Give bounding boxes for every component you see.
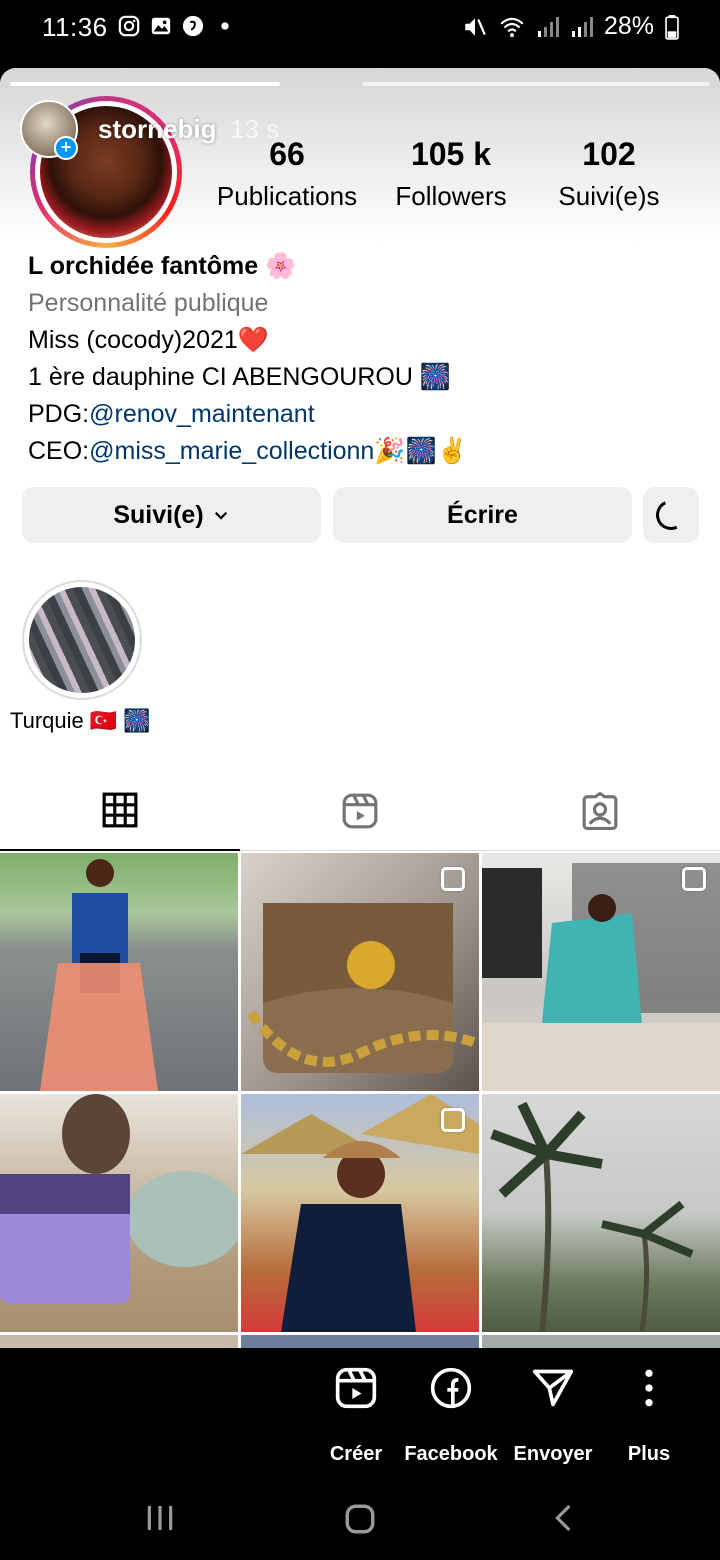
facebook-icon — [430, 1367, 472, 1409]
reels-create-icon — [335, 1367, 377, 1409]
send-icon — [532, 1369, 574, 1407]
message-button[interactable]: Écrire — [333, 487, 632, 543]
profile-stats: 66 Publications 105 k Followers 102 Suiv… — [205, 136, 685, 212]
story-username[interactable]: stornebig — [98, 114, 216, 145]
post-thumbnail[interactable] — [482, 853, 720, 1091]
stat-following[interactable]: 102 Suivi(e)s — [533, 136, 685, 212]
following-button[interactable]: Suivi(e) — [22, 487, 321, 543]
post-thumbnail[interactable] — [241, 1335, 479, 1348]
recent-apps-icon[interactable] — [144, 1502, 176, 1534]
share-more[interactable]: Plus — [618, 1366, 680, 1466]
post-thumbnail[interactable] — [0, 1335, 238, 1348]
post-thumbnail[interactable] — [241, 1094, 479, 1332]
share-sheet: Créer Facebook Envoyer Plus — [0, 1348, 720, 1480]
mute-icon — [465, 17, 486, 36]
bio-line: Miss (cocody)2021❤️ — [28, 326, 269, 354]
system-status: 28% — [462, 12, 680, 41]
bio-line: PDG:@renov_maintenant — [28, 400, 315, 428]
home-icon[interactable] — [343, 1502, 377, 1536]
more-vertical-icon — [645, 1369, 653, 1407]
bio-line: 1 ère dauphine CI ABENGOUROU 🎆 — [28, 363, 451, 391]
back-icon[interactable] — [548, 1502, 580, 1534]
reels-icon — [342, 793, 378, 829]
loading-spinner-icon — [651, 495, 691, 535]
post-thumbnail[interactable] — [0, 1094, 238, 1332]
share-send[interactable]: Envoyer — [512, 1366, 594, 1466]
profile-screen: + stornebig 13 s 66 Publications 105 k F… — [0, 68, 720, 1348]
signal-icon — [537, 16, 559, 37]
system-navigation-bar — [0, 1480, 720, 1560]
profile-category: Personnalité publique — [28, 289, 269, 317]
share-create[interactable]: Créer — [322, 1366, 390, 1466]
share-facebook[interactable]: Facebook — [402, 1366, 500, 1466]
tab-posts[interactable] — [0, 771, 240, 851]
notification-icons — [118, 15, 236, 37]
mention-link[interactable]: @renov_maintenant — [89, 400, 315, 428]
suggested-users-button[interactable] — [643, 487, 699, 543]
highlight-label: Turquie 🇹🇷 🎆 — [10, 708, 151, 733]
status-bar: 11:36 28% — [0, 0, 720, 62]
story-progress-bar — [362, 82, 710, 86]
signal-icon — [571, 16, 593, 37]
story-progress-bar — [10, 82, 280, 86]
stat-followers[interactable]: 105 k Followers — [369, 136, 533, 212]
multi-image-icon — [441, 1108, 465, 1132]
tab-tagged[interactable] — [480, 771, 720, 851]
stat-posts[interactable]: 66 Publications — [205, 136, 369, 212]
multi-image-icon — [682, 867, 706, 891]
profile-tabs — [0, 771, 720, 851]
profile-bio: L orchidée fantôme 🌸 Personnalité publiq… — [28, 248, 468, 470]
instagram-icon — [118, 15, 140, 37]
post-thumbnail[interactable] — [0, 853, 238, 1091]
display-name: L orchidée fantôme 🌸 — [28, 252, 297, 280]
battery-percent: 28% — [603, 12, 654, 40]
multi-image-icon — [441, 867, 465, 891]
add-story-icon[interactable]: + — [54, 136, 78, 160]
story-highlight[interactable] — [22, 580, 142, 700]
gallery-icon — [151, 17, 171, 35]
post-thumbnail[interactable] — [482, 1335, 720, 1348]
grid-icon — [102, 792, 138, 828]
post-thumbnail[interactable] — [482, 1094, 720, 1332]
dot-icon — [221, 22, 229, 30]
tagged-icon — [582, 792, 618, 830]
bio-line: CEO:@miss_marie_collectionn🎉🎆✌️ — [28, 437, 468, 465]
post-thumbnail[interactable] — [241, 853, 479, 1091]
mention-link[interactable]: @miss_marie_collectionn — [89, 437, 374, 465]
battery-icon — [665, 14, 679, 40]
clock: 11:36 — [42, 12, 108, 42]
chevron-down-icon — [214, 511, 227, 520]
shazam-icon — [182, 15, 204, 37]
highlight-cover — [29, 587, 135, 693]
wifi-icon — [500, 17, 524, 37]
tab-reels[interactable] — [240, 771, 480, 851]
